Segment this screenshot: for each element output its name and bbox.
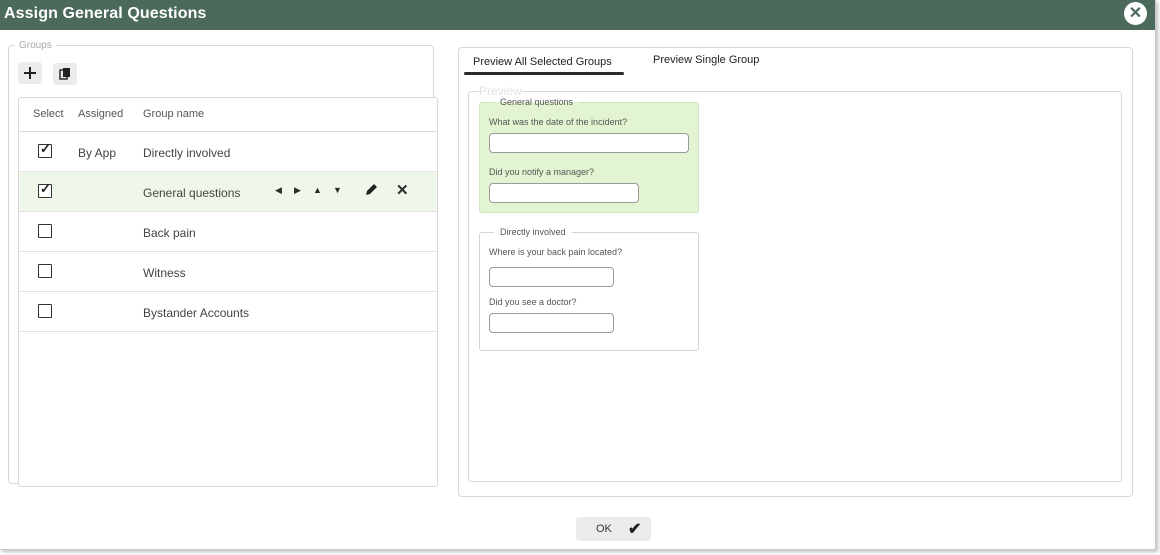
- ok-button[interactable]: OK ✔: [576, 517, 651, 541]
- select-checkbox[interactable]: [38, 304, 52, 318]
- checkmark-icon: ✓: [40, 141, 51, 156]
- question-label: Did you see a doctor?: [489, 297, 577, 307]
- table-row[interactable]: Back pain: [19, 212, 437, 252]
- question-label: What was the date of the incident?: [489, 117, 628, 127]
- table-row[interactable]: Bystander Accounts: [19, 292, 437, 332]
- assigned-cell: By App: [78, 146, 117, 160]
- select-checkbox[interactable]: [38, 224, 52, 238]
- group-name-cell: Bystander Accounts: [143, 306, 250, 320]
- ok-label: OK: [596, 523, 612, 535]
- select-checkbox[interactable]: ✓: [38, 141, 52, 158]
- question-label: Where is your back pain located?: [489, 247, 623, 257]
- plus-icon: [24, 67, 36, 79]
- checkmark-icon: ✓: [40, 181, 51, 196]
- answer-input[interactable]: [489, 267, 614, 287]
- tab-preview-all[interactable]: Preview All Selected Groups: [473, 56, 612, 68]
- assign-questions-dialog: Assign General Questions ✕ Groups Select…: [0, 0, 1156, 550]
- col-group-name: Group name: [143, 108, 205, 120]
- groups-legend: Groups: [19, 40, 52, 51]
- col-select: Select: [33, 108, 64, 120]
- select-checkbox[interactable]: ✓: [38, 181, 52, 198]
- dialog-title: Assign General Questions: [4, 5, 207, 22]
- checkmark-icon: ✔: [628, 521, 642, 538]
- col-assigned: Assigned: [78, 108, 124, 120]
- active-tab-indicator: [464, 72, 624, 75]
- preview-legend: Preview: [479, 84, 522, 98]
- close-icon: ✕: [1128, 5, 1143, 22]
- triangle-left-icon[interactable]: ◀: [275, 185, 282, 196]
- group-name-cell: General questions: [143, 186, 241, 200]
- close-button[interactable]: ✕: [1124, 2, 1147, 25]
- answer-input[interactable]: [489, 133, 689, 153]
- groups-table: Select Assigned Group name ✓ By App Dire…: [18, 97, 438, 487]
- preview-group-title: General questions: [500, 97, 574, 107]
- triangle-down-icon[interactable]: ▼: [333, 185, 342, 195]
- delete-icon[interactable]: ✕: [396, 181, 409, 199]
- copy-group-button[interactable]: [53, 63, 77, 85]
- answer-input[interactable]: [489, 183, 639, 203]
- table-row[interactable]: ✓ By App Directly involved: [19, 132, 437, 172]
- table-row[interactable]: ✓ General questions ◀ ▶ ▲ ▼ ✕: [19, 172, 437, 212]
- answer-input[interactable]: [489, 313, 614, 333]
- question-label: Did you notify a manager?: [489, 167, 595, 177]
- tab-preview-single[interactable]: Preview Single Group: [653, 54, 759, 66]
- triangle-right-icon[interactable]: ▶: [294, 185, 301, 196]
- group-name-cell: Back pain: [143, 226, 196, 240]
- pencil-icon[interactable]: [365, 183, 378, 199]
- triangle-up-icon[interactable]: ▲: [313, 185, 322, 195]
- group-name-cell: Witness: [143, 266, 186, 280]
- preview-group-title: Directly involved: [500, 227, 566, 237]
- copy-icon: [59, 68, 70, 80]
- select-checkbox[interactable]: [38, 264, 52, 278]
- add-group-button[interactable]: [18, 62, 42, 84]
- table-row[interactable]: Witness: [19, 252, 437, 292]
- group-name-cell: Directly involved: [143, 146, 231, 160]
- table-header: Select Assigned Group name: [19, 98, 437, 132]
- title-bar: Assign General Questions ✕: [0, 0, 1155, 30]
